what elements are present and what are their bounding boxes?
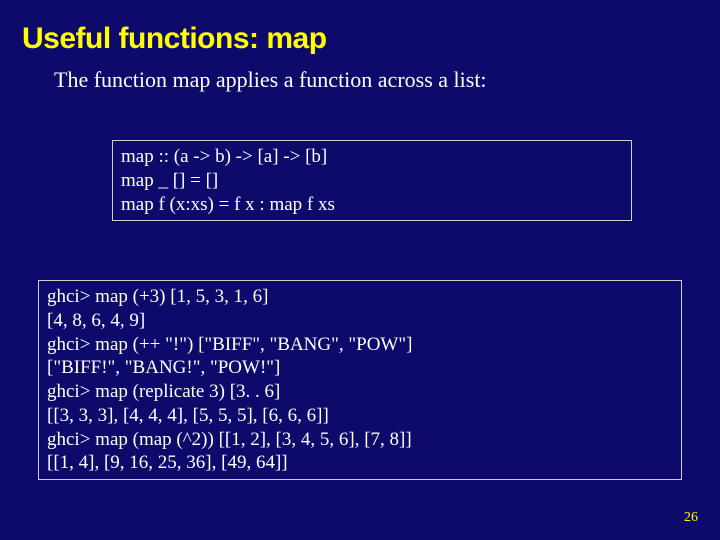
def-line-1: map :: (a -> b) -> [a] -> [b] [121,145,623,169]
session-line-5: ghci> map (replicate 3) [3. . 6] [47,380,673,404]
intro-text: The function map applies a function acro… [0,56,720,94]
session-line-6: [[3, 3, 3], [4, 4, 4], [5, 5, 5], [6, 6,… [47,404,673,428]
definition-box: map :: (a -> b) -> [a] -> [b] map _ [] =… [112,140,632,221]
def-line-3: map f (x:xs) = f x : map f xs [121,193,623,217]
session-line-1: ghci> map (+3) [1, 5, 3, 1, 6] [47,285,673,309]
session-line-4: ["BIFF!", "BANG!", "POW!"] [47,356,673,380]
slide-title: Useful functions: map [0,0,720,56]
def-line-2: map _ [] = [] [121,169,623,193]
session-line-2: [4, 8, 6, 4, 9] [47,309,673,333]
session-line-3: ghci> map (++ "!") ["BIFF", "BANG", "POW… [47,333,673,357]
session-line-7: ghci> map (map (^2)) [[1, 2], [3, 4, 5, … [47,428,673,452]
page-number: 26 [684,510,698,526]
ghci-session-box: ghci> map (+3) [1, 5, 3, 1, 6] [4, 8, 6,… [38,280,682,480]
session-line-8: [[1, 4], [9, 16, 25, 36], [49, 64]] [47,451,673,475]
